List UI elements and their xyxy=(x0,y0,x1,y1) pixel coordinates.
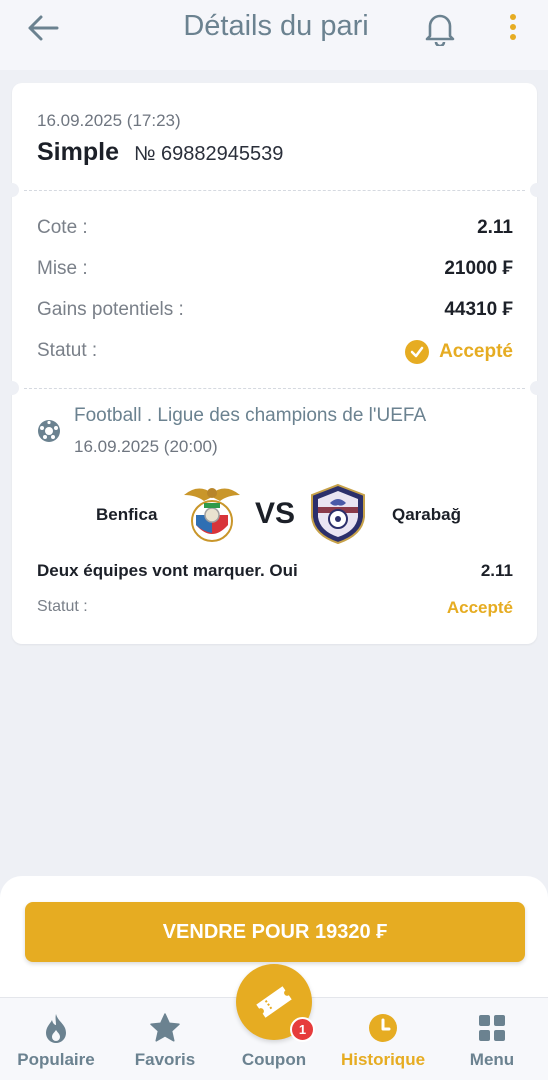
potential-winnings-row: Gains potentiels : 44310 ₣ xyxy=(37,299,513,325)
odds-value: 2.11 xyxy=(477,217,513,238)
stake-label: Mise : xyxy=(37,258,88,279)
app-header: Détails du pari xyxy=(0,0,548,70)
market-selection: Deux équipes vont marquer. Oui xyxy=(37,561,298,580)
nav-item-favoris[interactable]: Favoris xyxy=(110,998,220,1080)
nav-item-menu[interactable]: Menu xyxy=(437,998,547,1080)
odds-label: Cote : xyxy=(37,217,88,238)
bet-datetime: 16.09.2025 (17:23) xyxy=(37,111,181,130)
card-notch-right xyxy=(530,183,544,197)
nav-label: Favoris xyxy=(134,1050,196,1069)
bet-number: № 69882945539 xyxy=(134,143,284,165)
nav-label: Historique xyxy=(340,1050,426,1069)
potential-winnings-label: Gains potentiels : xyxy=(37,299,184,320)
benfica-crest-icon xyxy=(180,481,244,547)
card-notch-right xyxy=(530,381,544,395)
stake-value: 21000 ₣ xyxy=(444,258,513,279)
status-label: Statut : xyxy=(37,340,98,361)
more-options-icon[interactable] xyxy=(504,12,522,44)
divider xyxy=(24,190,525,191)
home-team-name: Benfica xyxy=(96,505,158,524)
away-team-name: Qarabağ xyxy=(392,505,461,524)
nav-label: Coupon xyxy=(241,1050,307,1069)
card-notch-left xyxy=(5,381,19,395)
market-odds: 2.11 xyxy=(480,561,513,580)
grid-icon xyxy=(476,1012,508,1044)
status-text: Accepté xyxy=(439,341,513,362)
stake-row: Mise : 21000 ₣ xyxy=(37,258,513,284)
clock-icon xyxy=(367,1012,399,1044)
nav-item-historique[interactable]: Historique xyxy=(328,998,438,1080)
odds-row: Cote : 2.11 xyxy=(37,217,513,243)
qarabag-crest-icon xyxy=(308,483,368,545)
coupon-count-badge: 1 xyxy=(290,1017,315,1042)
bet-details-card: 16.09.2025 (17:23) Simple № 69882945539 … xyxy=(5,83,544,644)
bell-icon[interactable] xyxy=(424,10,456,48)
potential-winnings-value: 44310 ₣ xyxy=(444,299,513,320)
status-row: Statut : Accepté xyxy=(37,340,513,366)
star-icon xyxy=(149,1012,181,1044)
selection-status-value: Accepté xyxy=(446,598,513,617)
versus-label: VS xyxy=(255,497,296,530)
selection-status-label: Statut : xyxy=(37,598,88,615)
check-circle-icon xyxy=(405,340,430,364)
ticket-icon xyxy=(256,986,292,1018)
nav-item-populaire[interactable]: Populaire xyxy=(1,998,111,1080)
nav-label: Menu xyxy=(469,1050,515,1069)
bet-type: Simple xyxy=(37,138,119,166)
football-icon xyxy=(37,419,61,443)
page-title: Détails du pari xyxy=(183,10,369,42)
flame-icon xyxy=(40,1012,72,1044)
event-datetime: 16.09.2025 (20:00) xyxy=(74,437,218,456)
nav-label: Populaire xyxy=(17,1050,95,1069)
status-value: Accepté xyxy=(405,340,513,364)
divider xyxy=(24,388,525,389)
event-league[interactable]: Football . Ligue des champions de l'UEFA xyxy=(74,405,426,427)
sell-button[interactable]: VENDRE POUR 19320 ₣ xyxy=(25,902,525,962)
card-notch-left xyxy=(5,183,19,197)
